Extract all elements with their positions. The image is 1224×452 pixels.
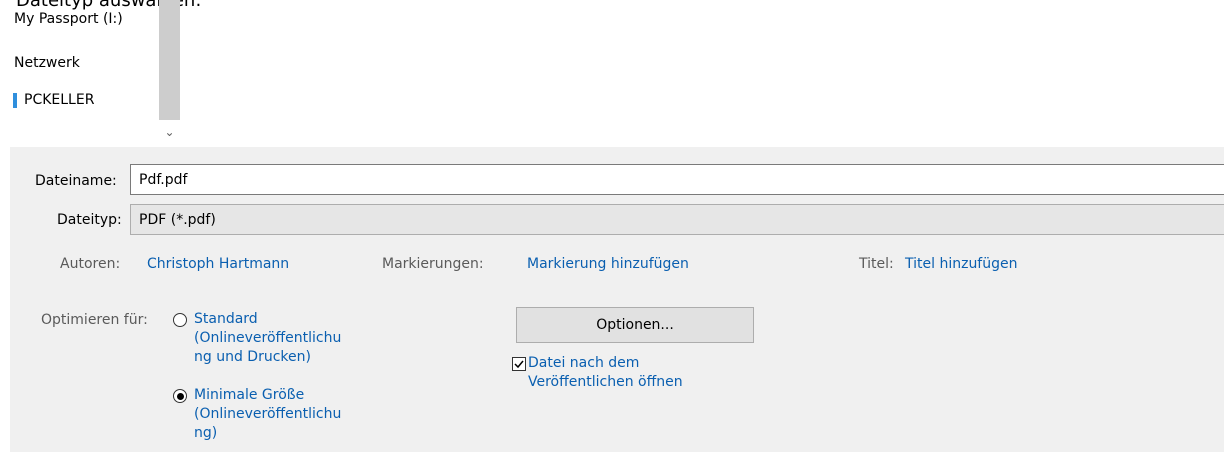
radio-minimal-line-1: Minimale Größe (194, 387, 305, 403)
optimize-label: Optimieren für: (41, 312, 148, 328)
filename-value: Pdf.pdf (139, 171, 188, 188)
authors-link[interactable]: Christoph Hartmann (147, 256, 289, 272)
options-button[interactable]: Optionen... (516, 307, 754, 343)
filetype-select[interactable]: PDF (*.pdf) (130, 204, 1224, 235)
radio-minimal[interactable] (173, 389, 187, 403)
filetype-value: PDF (*.pdf) (139, 211, 216, 228)
radio-standard-line-3: ng und Drucken) (194, 349, 311, 365)
radio-minimal-label[interactable]: Minimale Größe (Onlineveröffentlichu ng) (194, 386, 341, 443)
filetype-label: Dateityp: (57, 212, 122, 228)
checkmark-icon (514, 360, 524, 369)
radio-minimal-line-3: ng) (194, 425, 218, 441)
radio-selected-dot (176, 392, 184, 400)
radio-standard[interactable] (173, 313, 187, 327)
tags-label: Markierungen: (382, 256, 484, 272)
open-after-publish-line-1: Datei nach dem (528, 355, 640, 371)
open-after-publish-checkbox[interactable] (512, 357, 526, 371)
nav-item-my-passport[interactable]: My Passport (I:) (14, 12, 123, 28)
nav-scrollbar[interactable] (159, 0, 180, 120)
nav-item-pckeller[interactable]: PCKELLER (24, 91, 94, 109)
radio-standard-label[interactable]: Standard (Onlineveröffentlichu ng und Dr… (194, 310, 341, 367)
radio-standard-line-2: (Onlineveröffentlichu (194, 330, 342, 346)
radio-standard-line-1: Standard (194, 311, 258, 327)
title-label: Titel: (859, 256, 894, 272)
computer-icon (13, 93, 17, 108)
filename-input[interactable]: Pdf.pdf (130, 164, 1224, 195)
radio-minimal-line-2: (Onlineveröffentlichu (194, 406, 342, 422)
title-link[interactable]: Titel hinzufügen (905, 256, 1018, 272)
authors-label: Autoren: (60, 256, 121, 272)
open-after-publish-line-2: Veröffentlichen öffnen (528, 374, 683, 390)
filename-label: Dateiname: (35, 173, 117, 189)
open-after-publish-label[interactable]: Datei nach dem Veröffentlichen öffnen (528, 354, 683, 392)
tags-link[interactable]: Markierung hinzufügen (527, 256, 689, 272)
nav-item-netzwerk[interactable]: Netzwerk (14, 54, 80, 72)
scroll-down-icon[interactable]: ⌄ (159, 122, 180, 142)
